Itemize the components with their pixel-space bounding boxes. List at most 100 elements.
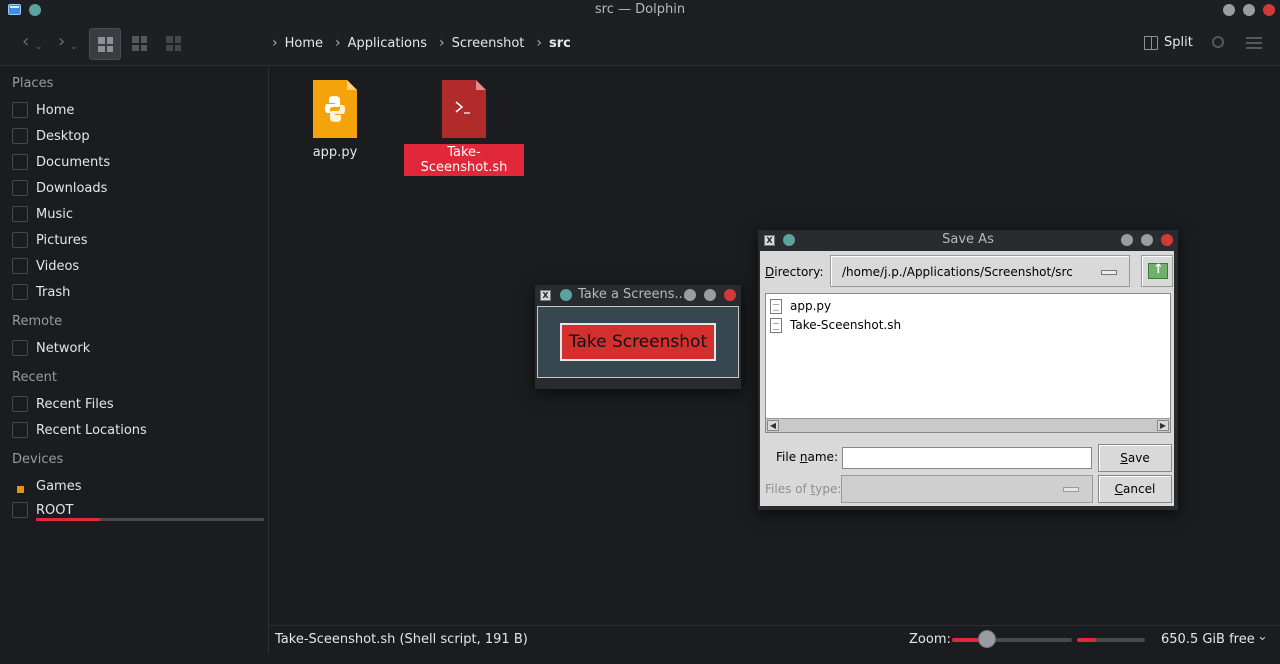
horizontal-scrollbar[interactable]: ◀ ▶: [766, 418, 1170, 432]
tk-window-title-bar: X Take a Screens...: [535, 285, 741, 305]
file-item-app-py[interactable]: app.py: [275, 80, 395, 161]
sidebar-item-videos[interactable]: Videos: [12, 254, 264, 278]
file-icon: [770, 317, 782, 333]
network-icon: [12, 340, 28, 356]
scroll-right-arrow-icon[interactable]: ▶: [1157, 420, 1169, 431]
videos-icon: [12, 258, 28, 274]
file-name-input[interactable]: [842, 447, 1092, 469]
remote-section-title: Remote: [12, 314, 63, 329]
dropdown-indicator-icon: [1063, 487, 1079, 492]
list-item[interactable]: app.py: [770, 297, 831, 315]
recent-files-icon: [12, 396, 28, 412]
file-item-take-sceenshot-sh[interactable]: Take-Sceenshot.sh: [404, 80, 524, 176]
sidebar-item-trash[interactable]: Trash: [12, 280, 264, 304]
parent-directory-button[interactable]: [1141, 255, 1173, 287]
details-view-button[interactable]: [158, 28, 190, 60]
zoom-slider-handle[interactable]: [978, 630, 996, 648]
file-name-label-selected: Take-Sceenshot.sh: [404, 144, 524, 176]
tk-window-body: Take Screenshot: [537, 306, 739, 378]
split-view-icon: [1144, 35, 1158, 50]
sidebar-item-label: Downloads: [36, 180, 108, 196]
disk-usage-bar: [1077, 638, 1145, 642]
hamburger-menu-icon[interactable]: [1246, 37, 1262, 49]
directory-value: /home/j.p./Applications/Screenshot/src: [842, 265, 1073, 279]
sidebar-item-desktop[interactable]: Desktop: [12, 124, 264, 148]
sidebar-item-recent-locations[interactable]: Recent Locations: [12, 418, 264, 442]
icons-view-button[interactable]: [89, 28, 121, 60]
sidebar-item-downloads[interactable]: Downloads: [12, 176, 264, 200]
files-of-type-menubutton[interactable]: [841, 475, 1093, 503]
take-screenshot-window: X Take a Screens... Take Screenshot: [535, 285, 741, 389]
drive-icon: [12, 478, 28, 494]
drive-icon: [12, 502, 28, 518]
scroll-left-arrow-icon[interactable]: ◀: [767, 420, 779, 431]
sidebar-item-documents[interactable]: Documents: [12, 150, 264, 174]
minimize-button[interactable]: [1121, 234, 1133, 246]
sidebar-item-label: ROOT: [36, 502, 74, 518]
file-name-label: File name:: [776, 450, 838, 464]
sidebar-item-label: Documents: [36, 154, 111, 170]
forward-arrow-icon[interactable]: ›: [58, 31, 65, 52]
sidebar-item-label: Network: [36, 340, 91, 356]
sidebar-item-recent-files[interactable]: Recent Files: [12, 392, 264, 416]
close-button[interactable]: [724, 289, 736, 301]
x11-app-icon[interactable]: X: [540, 290, 551, 301]
root-capacity-fill: [36, 518, 100, 521]
shell-script-icon: [442, 80, 486, 138]
zoom-slider[interactable]: [952, 638, 1072, 642]
save-as-dialog: X Save As Directory: /home/j.p./Applicat…: [758, 230, 1178, 510]
back-arrow-icon[interactable]: ‹: [22, 31, 29, 52]
details-tree-icon: [166, 36, 181, 51]
file-list[interactable]: app.py Take-Sceenshot.sh ◀ ▶: [765, 293, 1171, 433]
back-history-chevron-icon[interactable]: ⌄: [35, 42, 43, 52]
minimize-button[interactable]: [1223, 4, 1235, 16]
take-screenshot-button[interactable]: Take Screenshot: [560, 323, 716, 361]
sidebar-item-games[interactable]: Games: [12, 474, 264, 498]
devices-section-title: Devices: [12, 452, 64, 467]
folder-up-icon: [1148, 262, 1168, 279]
chevron-down-icon[interactable]: ⌄: [1257, 629, 1268, 644]
minimize-button[interactable]: [684, 289, 696, 301]
maximize-button[interactable]: [704, 289, 716, 301]
breadcrumb-separator-icon: ›: [536, 35, 543, 51]
sidebar-item-label: Music: [36, 206, 73, 222]
home-icon: [12, 102, 28, 118]
window-title: src — Dolphin: [594, 2, 686, 17]
sidebar-item-music[interactable]: Music: [12, 202, 264, 226]
sidebar-item-label: Videos: [36, 258, 80, 274]
sidebar-item-label: Home: [36, 102, 75, 118]
files-of-type-label: Files of type:: [765, 482, 842, 496]
toolbar: ‹ ⌄ › ⌄ › Home › Applications › Screensh…: [0, 22, 1280, 66]
compact-view-button[interactable]: [124, 28, 156, 60]
breadcrumb-applications[interactable]: Applications: [348, 36, 427, 51]
keep-above-button[interactable]: [560, 289, 572, 301]
sidebar-item-home[interactable]: Home: [12, 98, 264, 122]
sidebar-item-pictures[interactable]: Pictures: [12, 228, 264, 252]
status-bar: Take-Sceenshot.sh (Shell script, 191 B) …: [269, 625, 1280, 653]
breadcrumb-src[interactable]: src: [549, 36, 571, 51]
free-space-label: 650.5 GiB free: [1161, 632, 1255, 647]
save-dialog-title-bar: X Save As: [758, 230, 1178, 250]
directory-label: Directory:: [765, 265, 824, 279]
sidebar-item-network[interactable]: Network: [12, 336, 264, 360]
root-capacity-bar: [36, 518, 264, 521]
breadcrumb-separator-icon: ›: [335, 35, 341, 51]
cancel-button[interactable]: Cancel: [1098, 475, 1172, 503]
breadcrumb-screenshot[interactable]: Screenshot: [452, 36, 525, 51]
downloads-icon: [12, 180, 28, 196]
close-button[interactable]: [1263, 4, 1275, 16]
maximize-button[interactable]: [1243, 4, 1255, 16]
forward-history-chevron-icon[interactable]: ⌄: [70, 42, 78, 52]
search-icon[interactable]: [1212, 36, 1224, 48]
close-button[interactable]: [1161, 234, 1173, 246]
python-file-icon: [313, 80, 357, 138]
pictures-icon: [12, 232, 28, 248]
save-button[interactable]: Save: [1098, 444, 1172, 472]
split-button[interactable]: Split: [1144, 35, 1193, 50]
list-item[interactable]: Take-Sceenshot.sh: [770, 316, 901, 334]
places-panel: Places Home Desktop Documents Downloads …: [0, 67, 268, 664]
disk-usage-fill: [1077, 638, 1096, 642]
maximize-button[interactable]: [1141, 234, 1153, 246]
directory-menubutton[interactable]: /home/j.p./Applications/Screenshot/src: [830, 255, 1130, 287]
breadcrumb-home[interactable]: Home: [285, 36, 323, 51]
